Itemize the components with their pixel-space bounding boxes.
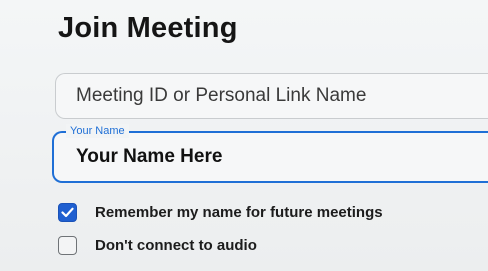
remember-name-checkbox[interactable] bbox=[58, 202, 77, 222]
no-audio-option[interactable]: Don't connect to audio bbox=[58, 234, 257, 256]
checkmark-icon bbox=[61, 207, 74, 217]
meeting-id-field-container bbox=[55, 73, 488, 119]
name-input[interactable] bbox=[76, 139, 476, 175]
remember-name-label: Remember my name for future meetings bbox=[95, 203, 383, 221]
name-field-container: Your Name bbox=[52, 124, 488, 183]
no-audio-checkbox[interactable] bbox=[58, 235, 77, 255]
page-title: Join Meeting bbox=[58, 12, 238, 44]
remember-name-option[interactable]: Remember my name for future meetings bbox=[58, 201, 383, 223]
no-audio-label: Don't connect to audio bbox=[95, 236, 257, 254]
name-field-label: Your Name bbox=[66, 124, 129, 138]
join-meeting-dialog: Join Meeting Your Name Remember my name … bbox=[0, 0, 488, 271]
meeting-id-input[interactable] bbox=[76, 74, 476, 117]
